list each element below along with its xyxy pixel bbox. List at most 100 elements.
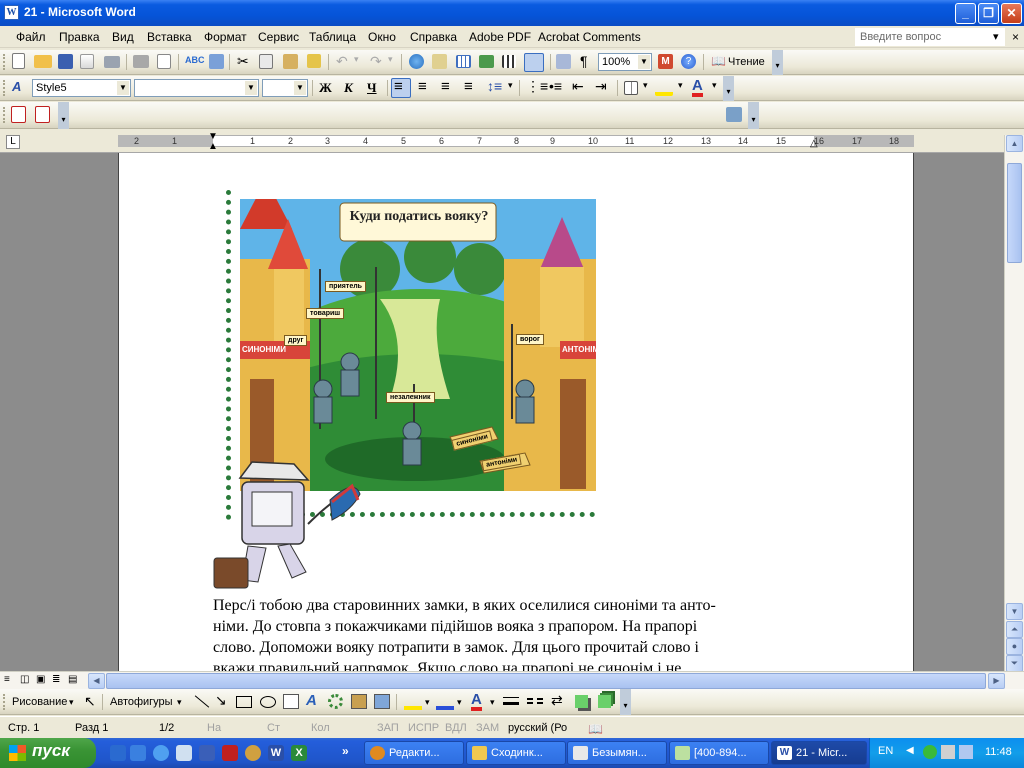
horizontal-scroll-thumb[interactable] [106,673,986,689]
restore-button[interactable]: ❐ [978,3,999,24]
reading-icon[interactable]: 📖 [711,54,726,68]
reading-layout-icon[interactable]: ▤ [68,674,77,685]
toolbar-options-icon[interactable]: ▾ [772,50,783,75]
zoom-combo[interactable]: 100% ▼ [598,53,652,71]
help-dropdown-arrow-icon[interactable]: ▾ [993,30,999,43]
taskbar-item-folder[interactable]: Сходинк... [466,741,566,765]
spelling-icon[interactable]: ABC [185,55,205,65]
document-body-text[interactable]: Перс/і тобою два старовинних замки, в як… [213,595,813,679]
tray-collapse-icon[interactable]: ◀ [906,745,914,756]
menu-file[interactable]: Файл [16,30,46,44]
status-rec[interactable]: ЗАП [377,722,399,734]
tray-volume-icon[interactable] [959,745,973,759]
normal-view-icon[interactable]: ≡ [4,674,10,685]
style-dropdown-icon[interactable]: ▼ [117,81,129,95]
convert-pdf-email-icon[interactable] [35,106,50,123]
borders-dropdown-icon[interactable]: ▾ [643,80,648,91]
quicklaunch-ie-icon[interactable] [153,745,169,761]
toolbar-grip[interactable] [3,80,6,96]
taskbar-item-paint[interactable]: Безымян... [567,741,667,765]
styles-pane-icon[interactable]: A [12,79,21,94]
menu-adobe-pdf[interactable]: Adobe PDF [469,30,531,44]
scroll-down-icon[interactable]: ▼ [1006,603,1023,620]
permission-icon[interactable] [80,54,94,69]
autoshapes-menu-button[interactable]: Автофигуры [110,696,173,708]
scroll-up-icon[interactable]: ▲ [1006,135,1023,152]
align-right-icon[interactable]: ≡ [441,78,450,95]
title-bar[interactable]: W 21 - Microsoft Word _ ❐ ✕ [0,0,1024,26]
quicklaunch-more-icon[interactable]: » [342,744,349,758]
research-icon[interactable] [209,54,224,69]
italic-button[interactable]: К [344,80,353,96]
tray-app-icon[interactable] [923,745,937,759]
toolbar-options-icon[interactable]: ▾ [748,102,759,129]
scroll-thumb[interactable] [1007,163,1022,263]
insert-picture-icon[interactable] [374,694,390,709]
print-layout-icon[interactable]: ▣ [36,674,45,685]
open-icon[interactable] [34,55,52,68]
insert-excel-icon[interactable] [479,55,494,68]
font-combo[interactable]: ▼ [134,79,259,97]
menu-close-icon[interactable]: × [1012,30,1019,44]
highlight-dropdown-icon[interactable]: ▾ [678,80,683,91]
show-hide-icon[interactable]: ¶ [580,53,588,69]
quicklaunch-desktop-icon[interactable] [110,745,126,761]
toolbar-grip[interactable] [3,54,6,70]
decrease-indent-icon[interactable]: ⇤ [572,78,584,95]
undo-dropdown-icon[interactable]: ▾ [354,54,359,65]
font-size-dropdown-icon[interactable]: ▼ [294,81,306,95]
language-indicator[interactable]: EN [878,745,893,757]
format-painter-icon[interactable] [307,54,321,68]
email-icon[interactable] [104,56,120,68]
print-icon[interactable] [133,55,149,68]
status-track-changes[interactable]: ИСПР [408,722,439,734]
toolbar-options-icon[interactable]: ▾ [620,689,631,715]
document-map-icon[interactable] [556,54,571,69]
line-spacing-dropdown-icon[interactable]: ▾ [508,80,513,91]
tab-selector-icon[interactable]: L [6,135,20,149]
paste-icon[interactable] [283,54,298,69]
reading-button[interactable]: Чтение [728,56,765,68]
rectangle-icon[interactable] [236,696,252,708]
shadow-style-icon[interactable] [575,695,588,708]
tables-borders-icon[interactable] [432,54,447,69]
clip-art-icon[interactable] [351,694,367,709]
highlight-icon[interactable] [655,80,673,96]
select-objects-icon[interactable]: ↖ [84,693,96,710]
numbering-icon[interactable]: ⋮≡ [526,78,548,95]
underline-button[interactable]: Ч [367,80,377,96]
taskbar-item-firefox[interactable]: Редакти... [364,741,464,765]
font-size-combo[interactable]: ▼ [262,79,308,97]
menu-insert[interactable]: Вставка [147,30,192,44]
save-icon[interactable] [58,54,73,69]
outline-view-icon[interactable]: ≣ [52,674,60,685]
next-page-icon[interactable]: ⏷ [1006,655,1023,672]
start-button[interactable]: пуск [0,738,96,768]
bold-button[interactable]: Ж [319,80,332,96]
font-dropdown-icon[interactable]: ▼ [245,81,257,95]
menu-edit[interactable]: Правка [59,30,100,44]
web-layout-icon[interactable]: ◫ [20,674,29,685]
hyperlink-icon[interactable] [409,54,424,69]
scroll-left-icon[interactable]: ◀ [88,673,105,689]
toolbar-options-icon[interactable]: ▾ [723,76,734,101]
tray-network-icon[interactable] [941,745,955,759]
insert-table-icon[interactable] [456,55,471,68]
columns-icon[interactable] [502,55,516,68]
previous-page-icon[interactable]: ⏶ [1006,621,1023,638]
bullets-icon[interactable]: •≡ [549,78,562,94]
undo-icon[interactable]: ↶ [336,53,348,70]
menu-view[interactable]: Вид [112,30,134,44]
zoom-dropdown-icon[interactable]: ▼ [638,55,650,69]
line-style-icon[interactable] [503,697,519,705]
justify-icon[interactable]: ≡ [464,78,473,95]
arrow-icon[interactable]: ↘ [215,692,227,709]
horizontal-scrollbar[interactable]: ≡ ◫ ▣ ≣ ▤ ◀ ▶ [0,671,1024,689]
quicklaunch-adobe-icon[interactable] [222,745,238,761]
line-icon[interactable] [194,695,210,708]
toolbar-grip[interactable] [3,107,6,123]
fill-color-icon[interactable] [404,693,422,710]
font-color-draw-dropdown-icon[interactable]: ▾ [490,697,495,708]
copy-icon[interactable] [259,54,273,69]
acrobat-comments-icon[interactable] [726,107,742,122]
